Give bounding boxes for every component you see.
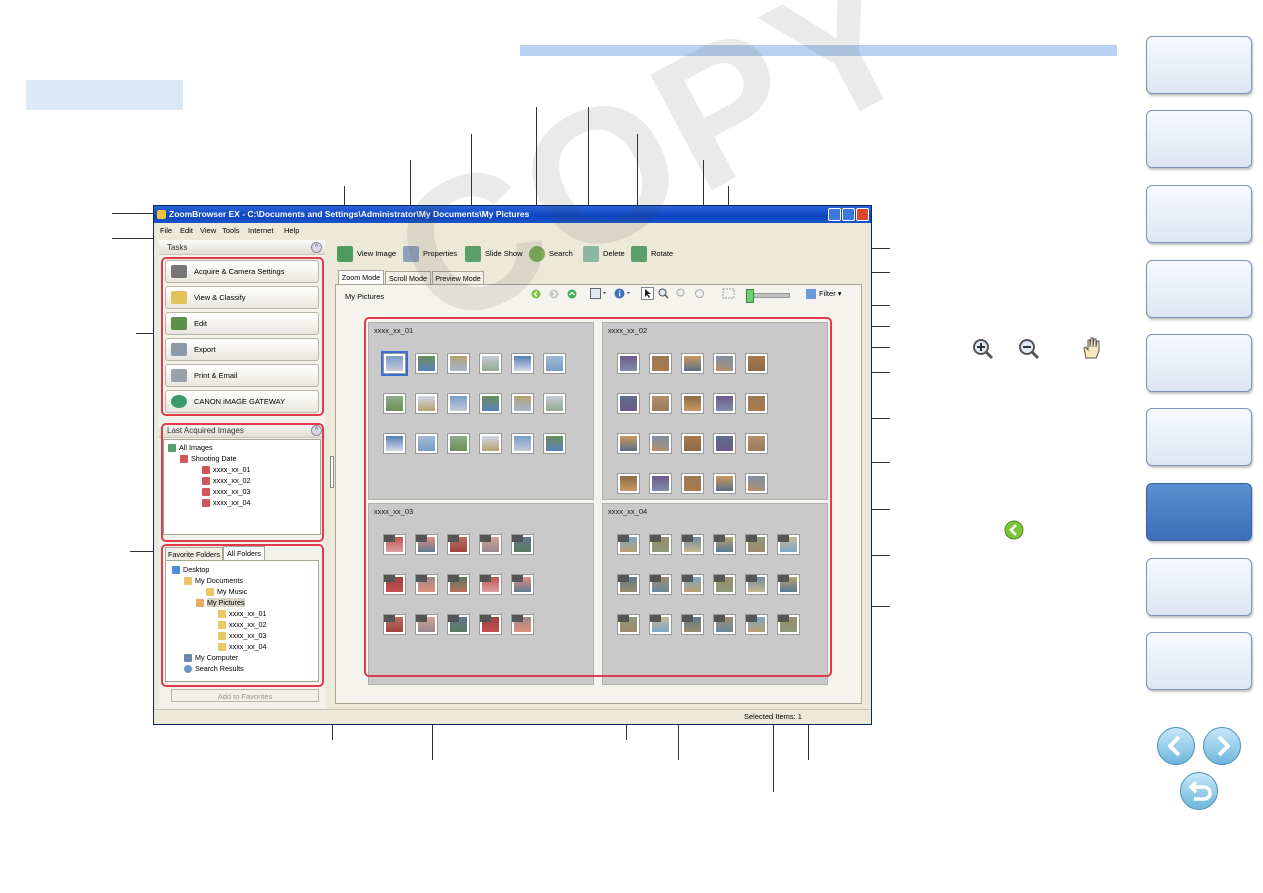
status-bar: Selected Items: 1 [154,709,871,724]
zoom-in-icon [973,339,994,360]
section-label-box [26,80,183,110]
view-image-button[interactable]: View Image [337,245,396,263]
menu-help[interactable]: Help [284,226,299,235]
nav-tab-2[interactable] [1146,110,1252,168]
close-button[interactable] [856,208,869,221]
folders-highlight [161,544,324,687]
nav-tab-7-active[interactable] [1146,483,1252,541]
nav-tab-6[interactable] [1146,408,1252,466]
browser-area: My Pictures Filter ▾ xxxx_xx_01 xxxx_xx_… [335,284,862,704]
maximize-button[interactable] [842,208,855,221]
next-page-button[interactable] [1203,727,1241,765]
tasks-header: Tasks ^ [159,240,325,255]
previous-page-button[interactable] [1157,727,1195,765]
menu-tools[interactable]: Tools [222,226,240,235]
return-page-button[interactable] [1180,772,1218,810]
tasks-header-label: Tasks [167,243,188,252]
hand-tool-icon[interactable] [694,288,705,299]
nav-tab-9[interactable] [1146,632,1252,690]
app-logo-icon [157,210,166,219]
thumbnail-size-slider[interactable] [746,289,790,303]
zoom-out-icon [1019,339,1040,360]
collapse-tasks-button[interactable]: ^ [311,242,322,253]
callout-line [773,722,774,792]
selected-items-status: Selected Items: 1 [744,712,802,721]
slider-handle[interactable] [746,289,754,303]
callout-line [112,238,154,239]
return-icon [1188,780,1212,801]
fit-to-window-icon[interactable] [722,288,735,299]
nav-tab-1[interactable] [1146,36,1252,94]
arrow-left-icon [1168,735,1181,757]
filter-button[interactable]: Filter ▾ [806,287,856,300]
nav-tab-5[interactable] [1146,334,1252,392]
zoom-in-icon[interactable] [658,288,669,299]
callout-line [112,213,154,214]
zoom-out-icon[interactable] [676,288,687,299]
back-arrow-icon [1004,520,1024,540]
nav-tab-8[interactable] [1146,558,1252,616]
groups-highlight [364,317,832,677]
pointer-tool-icon[interactable] [641,287,654,300]
location-label: My Pictures [345,292,385,301]
nav-tab-3[interactable] [1146,185,1252,243]
menu-internet[interactable]: Internet [248,226,273,235]
add-to-favorites-button[interactable]: Add to Favorites [171,689,319,702]
hand-icon [1083,337,1100,359]
filter-icon [806,289,816,300]
menu-view[interactable]: View [200,226,216,235]
tab-zoom-mode[interactable]: Zoom Mode [338,270,384,284]
menu-file[interactable]: File [160,226,172,235]
menu-edit[interactable]: Edit [180,226,193,235]
tasks-highlight [161,257,324,416]
panel-splitter[interactable] [330,456,334,488]
arrow-right-icon [1217,735,1230,757]
minimize-button[interactable] [828,208,841,221]
view-image-icon [337,246,353,262]
last-acquired-highlight [161,423,324,542]
nav-tab-4[interactable] [1146,260,1252,318]
